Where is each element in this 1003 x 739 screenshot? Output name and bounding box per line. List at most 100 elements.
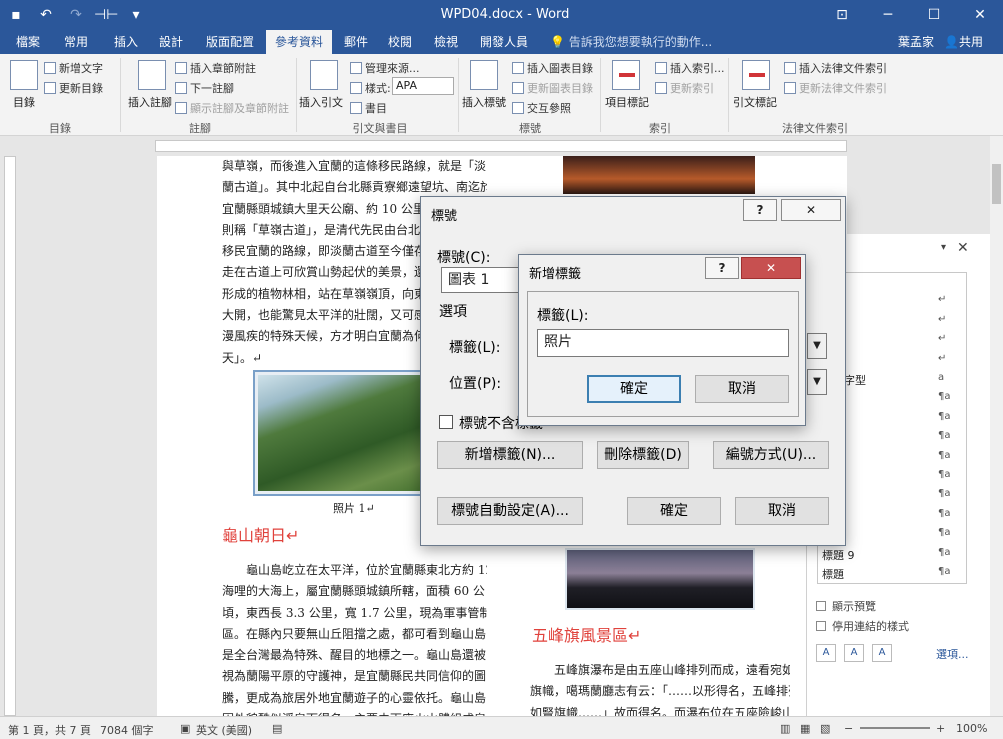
new-label-ok-button[interactable]: 確定	[587, 375, 681, 403]
new-label-cancel-button[interactable]: 取消	[695, 375, 789, 403]
share-button[interactable]: 👤共用	[944, 30, 983, 54]
zoom-level[interactable]: 100%	[956, 722, 987, 735]
add-text-button[interactable]: 新增文字	[44, 60, 103, 76]
photo-caption[interactable]: 照片 1↵	[333, 500, 375, 516]
caption-close-button[interactable]: ✕	[781, 199, 841, 221]
caption-ok-button[interactable]: 確定	[627, 497, 721, 525]
insert-caption-button[interactable]: 插入標號	[458, 94, 510, 110]
tab-view[interactable]: 檢視	[426, 30, 466, 54]
insert-citation-button[interactable]: 插入引文	[296, 94, 346, 110]
tab-review[interactable]: 校閱	[380, 30, 420, 54]
format-painter-icon[interactable]: ⊣⊢	[94, 4, 118, 26]
insert-footnote-button[interactable]: 插入註腳	[125, 94, 175, 110]
caption-cancel-button[interactable]: 取消	[735, 497, 829, 525]
vertical-scrollbar[interactable]	[990, 136, 1003, 716]
new-label-input[interactable]: 照片	[537, 329, 789, 357]
help-button[interactable]: ?	[743, 199, 777, 221]
zoom-in-icon[interactable]: +	[936, 722, 945, 735]
mark-entry-button[interactable]: 項目標記	[602, 94, 652, 110]
insert-toa-button[interactable]: 插入法律文件索引	[784, 60, 887, 76]
insert-index-button[interactable]: 插入索引...	[655, 60, 725, 76]
new-style-icon[interactable]: A	[816, 644, 836, 662]
options-link[interactable]: 選項...	[936, 646, 969, 662]
user-name[interactable]: 葉孟家	[898, 30, 934, 54]
maximize-icon[interactable]: ☐	[911, 0, 957, 30]
sunset-photo[interactable]	[563, 156, 755, 194]
tab-insert[interactable]: 插入	[106, 30, 146, 54]
tab-layout[interactable]: 版面配置	[198, 30, 262, 54]
position-dropdown-arrow[interactable]: ▼	[807, 369, 827, 395]
customize-qat-icon[interactable]: ▾	[124, 4, 148, 26]
redo-icon[interactable]: ↷	[64, 4, 88, 26]
toc-button[interactable]: 目錄	[8, 94, 40, 110]
new-label-button[interactable]: 新增標籤(N)...	[437, 441, 583, 469]
mark-citation-button[interactable]: 引文標記	[730, 94, 780, 110]
next-footnote-button[interactable]: 下一註腳	[175, 80, 234, 96]
update-table-button[interactable]: 更新圖表目錄	[512, 80, 593, 96]
page-count[interactable]: 第 1 頁，共 7 頁	[8, 722, 91, 738]
coast-photo[interactable]	[565, 548, 755, 610]
close-icon[interactable]: ✕	[957, 0, 1003, 30]
cross-reference-button[interactable]: 交互參照	[512, 100, 571, 116]
caption-label: 標號(C):	[437, 250, 491, 266]
disable-linked-checkbox[interactable]: 停用連結的樣式	[816, 618, 909, 634]
zoom-out-icon[interactable]: −	[844, 722, 853, 735]
insert-table-figures-button[interactable]: 插入圖表目錄	[512, 60, 593, 76]
style-type-mark: a	[938, 372, 945, 383]
heading-wufengqi: 五峰旗風景區↵	[532, 626, 642, 645]
tab-developer[interactable]: 開發人員	[472, 30, 536, 54]
new-label-help-button[interactable]: ?	[705, 257, 739, 279]
web-layout-icon[interactable]: ▧	[820, 722, 830, 735]
print-layout-icon[interactable]: ▦	[800, 722, 810, 735]
label-dropdown-arrow[interactable]: ▼	[807, 333, 827, 359]
language[interactable]: 英文 (美國)	[196, 722, 252, 738]
tab-design[interactable]: 設計	[151, 30, 191, 54]
style-item[interactable]: 標題 9	[822, 547, 855, 563]
vertical-ruler[interactable]	[4, 156, 16, 716]
citation-style-dropdown[interactable]: APA	[392, 77, 454, 95]
text-column-left-bottom[interactable]: 龜山島屹立在太平洋，位於宜蘭縣東北方約 12 海哩的大海上，屬宜蘭縣頭城鎮所轄，…	[222, 560, 487, 730]
undo-icon[interactable]: ↶	[34, 4, 58, 26]
toc-icon[interactable]	[10, 60, 38, 90]
style-item[interactable]: 標題	[822, 566, 844, 582]
word-count[interactable]: 7084 個字	[100, 722, 154, 738]
insert-caption-icon[interactable]	[470, 60, 498, 90]
update-toa-button[interactable]: 更新法律文件索引	[784, 80, 887, 96]
style-inspector-icon[interactable]: A	[844, 644, 864, 662]
ribbon-display-icon[interactable]: ⊡	[819, 0, 865, 30]
tab-home[interactable]: 常用	[56, 30, 96, 54]
zoom-slider[interactable]	[860, 727, 930, 729]
numbering-button[interactable]: 編號方式(U)...	[713, 441, 829, 469]
proofing-icon[interactable]: ▣	[180, 722, 190, 735]
show-preview-checkbox[interactable]: 顯示預覽	[816, 598, 876, 614]
tab-references[interactable]: 參考資料	[266, 30, 332, 54]
insert-endnote-button[interactable]: 插入章節附註	[175, 60, 256, 76]
footnote-icon[interactable]	[138, 60, 166, 90]
show-notes-button[interactable]: 顯示註腳及章節附註	[175, 100, 289, 116]
scroll-thumb[interactable]	[992, 164, 1001, 204]
tell-me-box[interactable]: 💡 告訴我您想要執行的動作...	[550, 30, 712, 54]
update-index-button[interactable]: 更新索引	[655, 80, 714, 96]
manage-styles-icon[interactable]: A	[872, 644, 892, 662]
horizontal-ruler[interactable]	[155, 140, 847, 152]
update-toc-button[interactable]: 更新目錄	[44, 80, 103, 96]
mark-citation-icon[interactable]	[742, 60, 770, 90]
save-icon[interactable]: ▪	[4, 4, 28, 26]
exclude-label-checkbox[interactable]	[439, 415, 453, 429]
bibliography-button[interactable]: 書目	[350, 100, 387, 116]
new-label-dialog: 新增標籤 ? ✕ 標籤(L): 照片 確定 取消	[518, 254, 806, 426]
tab-mailings[interactable]: 郵件	[336, 30, 376, 54]
manage-sources-button[interactable]: 管理來源...	[350, 60, 420, 76]
tab-file[interactable]: 檔案	[8, 30, 48, 54]
read-mode-icon[interactable]: ▥	[780, 722, 790, 735]
delete-label-button[interactable]: 刪除標籤(D)	[597, 441, 689, 469]
minimize-icon[interactable]: ─	[865, 0, 911, 30]
new-label-close-button[interactable]: ✕	[741, 257, 801, 279]
text-column-right-bottom[interactable]: 五峰旗瀑布是由五座山峰排列而成，遠看宛如 旗幟，噶瑪蘭廳志有云：「……以形得名，…	[530, 660, 790, 724]
macro-icon[interactable]: ▤	[272, 722, 282, 735]
pane-close-icon[interactable]: ✕	[957, 240, 969, 256]
mark-entry-icon[interactable]	[612, 60, 640, 90]
autocaption-button[interactable]: 標號自動設定(A)...	[437, 497, 583, 525]
insert-citation-icon[interactable]	[310, 60, 338, 90]
pane-options-icon[interactable]: ▾	[941, 242, 946, 253]
